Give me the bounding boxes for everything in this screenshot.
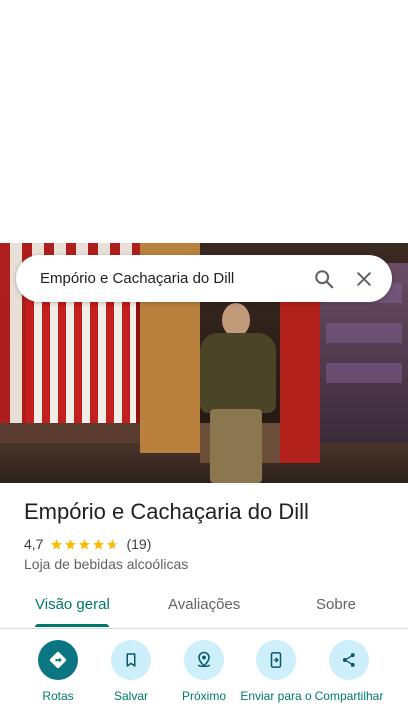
star-icon xyxy=(79,538,91,549)
star-half-icon xyxy=(107,538,119,549)
action-bar: Rotas Salvar Próximo Enviar para o Compa… xyxy=(0,640,408,726)
place-name: Empório e Cachaçaria do Dill xyxy=(24,499,309,524)
directions-button[interactable]: Rotas xyxy=(22,640,94,703)
tab-bar: Visão geral Avaliações Sobre xyxy=(0,588,408,629)
search-query[interactable]: Empório e Cachaçaria do Dill xyxy=(40,270,304,287)
tab-overview[interactable]: Visão geral xyxy=(35,596,110,613)
save-button[interactable]: Salvar xyxy=(95,640,167,703)
directions-icon xyxy=(38,640,78,680)
review-count[interactable]: (19) xyxy=(126,536,151,552)
tab-reviews[interactable]: Avaliações xyxy=(168,596,240,613)
star-icon xyxy=(93,538,105,549)
search-bar[interactable]: Empório e Cachaçaria do Dill xyxy=(16,255,392,302)
share-icon xyxy=(329,640,369,680)
share-label: Compartilhar xyxy=(314,689,384,703)
star-rating xyxy=(50,538,120,551)
star-icon xyxy=(65,538,77,549)
place-category: Loja de bebidas alcoólicas xyxy=(24,556,189,572)
bookmark-icon xyxy=(111,640,151,680)
rating-value: 4,7 xyxy=(24,536,44,552)
directions-label: Rotas xyxy=(42,689,74,703)
send-to-phone-icon xyxy=(256,640,296,680)
send-to-phone-label: Enviar para o xyxy=(240,689,312,703)
photo-door xyxy=(26,283,142,433)
close-icon[interactable] xyxy=(344,259,384,299)
share-button[interactable]: Compartilhar xyxy=(313,640,385,703)
rating-row[interactable]: 4,7 (19) xyxy=(24,536,151,552)
nearby-icon xyxy=(184,640,224,680)
save-label: Salvar xyxy=(113,689,148,703)
search-icon[interactable] xyxy=(304,259,344,299)
nearby-button[interactable]: Próximo xyxy=(168,640,240,703)
star-icon xyxy=(51,538,63,549)
nearby-label: Próximo xyxy=(181,689,226,703)
photo-person xyxy=(196,303,280,483)
tab-about[interactable]: Sobre xyxy=(316,596,356,613)
send-to-phone-button[interactable]: Enviar para o xyxy=(240,640,312,703)
map-area-blank xyxy=(0,0,408,243)
tab-indicator xyxy=(35,624,109,627)
